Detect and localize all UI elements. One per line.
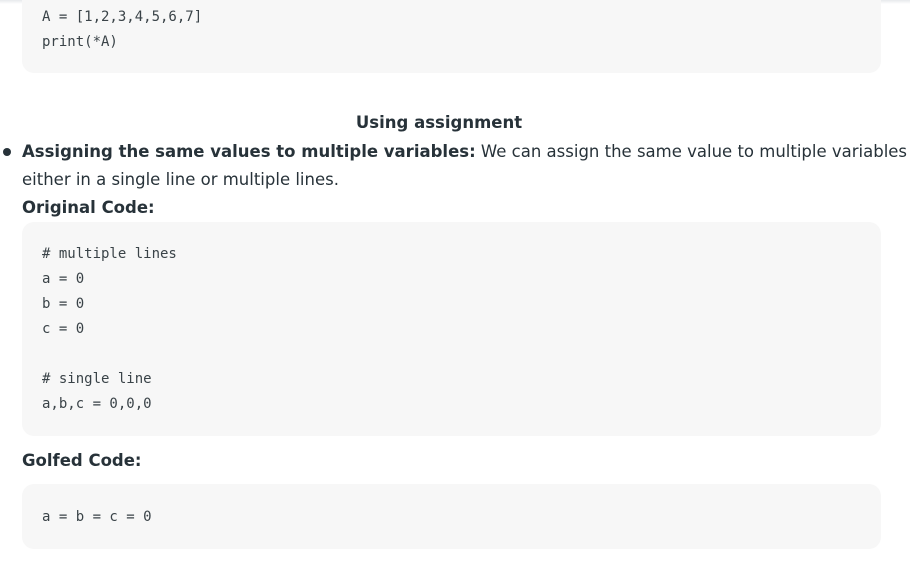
original-code-label: Original Code: [22,198,155,217]
original-code-block: # multiple lines a = 0 b = 0 c = 0 # sin… [22,222,881,436]
bullet-paragraph-line-2: either in a single line or multiple line… [22,170,339,189]
code-line: a,b,c = 0,0,0 [42,396,152,412]
code-line: print(*A) [42,34,118,50]
code-line: b = 0 [42,296,85,312]
bullet-icon [3,148,11,156]
code-block-top: A = [1,2,3,4,5,6,7] print(*A) [22,0,881,73]
bullet-paragraph-line-1: Assigning the same values to multiple va… [22,141,907,163]
code-line: a = b = c = 0 [42,509,152,525]
code-line: # single line [42,371,152,387]
golfed-code-block: a = b = c = 0 [22,484,881,549]
code-line: c = 0 [42,321,85,337]
code-line: # multiple lines [42,246,177,262]
code-line: A = [1,2,3,4,5,6,7] [42,9,203,25]
section-heading: Using assignment [355,113,523,132]
bullet-text: We can assign the same value to multiple… [475,142,908,161]
golfed-code-label: Golfed Code: [22,451,142,470]
code-line: a = 0 [42,271,85,287]
bullet-bold-text: Assigning the same values to multiple va… [22,142,476,161]
